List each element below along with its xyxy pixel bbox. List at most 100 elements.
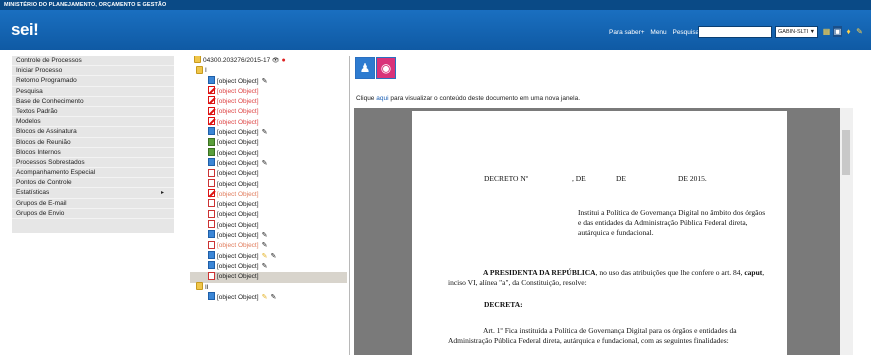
preamble-text: A PRESIDENTA DA REPÚBLICA, no uso das at…: [448, 268, 768, 288]
pdf-icon: [208, 220, 215, 229]
menu-item[interactable]: Textos Padrão: [12, 107, 174, 118]
document-page: DECRETO Nº , DE DE DE 2015. Institui a P…: [412, 111, 787, 355]
cancelled-doc-icon: [208, 117, 215, 126]
cancelled-doc-icon: [208, 106, 215, 115]
menu-item-label: Iniciar Processo: [16, 67, 63, 75]
signed-pen-icon: ✎: [261, 262, 268, 270]
tree-node-label[interactable]: [object Object]: [217, 263, 259, 270]
tree-node-label[interactable]: [object Object]: [217, 170, 259, 177]
menu-item[interactable]: Modelos: [12, 117, 174, 128]
tree-node-label[interactable]: [object Object]: [217, 98, 259, 105]
tree-node-label[interactable]: [object Object]: [217, 139, 259, 146]
process-tree: 04300.203276/2015-17 👁 ● I [object Object]…: [190, 56, 347, 355]
menu-item[interactable]: Grupos de Envio: [12, 209, 174, 219]
decreto-de2: DE: [616, 174, 626, 183]
tree-node-label[interactable]: [object Object]: [217, 253, 259, 260]
tree-node[interactable]: [object Object] ✎ ✎: [190, 292, 347, 303]
menu-item-label: Blocos de Reunião: [16, 138, 71, 146]
signed-pen-icon: ✎: [261, 159, 268, 167]
tree-node-label[interactable]: [object Object]: [217, 108, 259, 115]
menu-item[interactable]: Base de Conhecimento: [12, 97, 174, 107]
clique-prefix: Clique: [356, 95, 377, 102]
pdf-icon: [208, 271, 215, 280]
menu-item[interactable]: Retorno Programado: [12, 76, 174, 87]
tree-node-label[interactable]: [object Object]: [217, 222, 259, 229]
menu-item[interactable]: Processos Sobrestados: [12, 158, 174, 169]
menu-item-label: Pontos de Controle: [16, 179, 72, 187]
pesquisa-link[interactable]: Pesquisa: [672, 29, 699, 36]
menu-item[interactable]: Pesquisa: [12, 87, 174, 97]
ministry-bar: MINISTÉRIO DO PLANEJAMENTO, ORÇAMENTO E …: [0, 0, 871, 10]
tree-node-label[interactable]: [object Object]: [217, 232, 259, 239]
process-node[interactable]: 04300.203276/2015-17 👁 ●: [190, 56, 347, 66]
menu-item-label: Controle de Processos: [16, 57, 82, 64]
tree-node-label[interactable]: [object Object]: [217, 273, 259, 280]
menu-link[interactable]: Menu: [650, 29, 666, 36]
tree-node-label[interactable]: [object Object]: [217, 129, 259, 136]
panel-divider[interactable]: [349, 56, 350, 355]
tree-node-label[interactable]: [object Object]: [217, 160, 259, 167]
folder-icon: [196, 65, 203, 74]
menu-item[interactable]: Blocos de Reunião: [12, 138, 174, 148]
unit-select[interactable]: GABIN-SLTI ▼: [775, 26, 818, 38]
menu-item[interactable]: Controle de Processos: [12, 56, 174, 67]
aqui-link[interactable]: aqui: [376, 95, 388, 102]
sei-logo[interactable]: sei!: [11, 20, 39, 40]
signature-pen-icon: ✎: [261, 293, 268, 301]
eye-icon[interactable]: 👁: [270, 58, 280, 64]
menu-item[interactable]: Acompanhamento Especial: [12, 168, 174, 179]
signed-pen-icon: ✎: [261, 129, 268, 137]
signed-pen-icon: ✎: [261, 242, 268, 250]
menu-item-label: Estatísticas: [16, 189, 50, 197]
tree-node-label[interactable]: [object Object]: [217, 191, 259, 198]
menu-item-label: Acompanhamento Especial: [16, 169, 96, 177]
pdf-icon: [208, 209, 215, 218]
pdf-icon: [208, 199, 215, 208]
search-input[interactable]: [698, 26, 772, 38]
viewer-scroll-thumb[interactable]: [842, 130, 850, 175]
header-links: Para saber+ Menu Pesquisa: [609, 29, 703, 36]
menu-item[interactable]: Grupos de E-mail: [12, 199, 174, 209]
tree-node-label[interactable]: [object Object]: [217, 242, 259, 249]
tree-node-label[interactable]: [object Object]: [217, 119, 259, 126]
menu-item-label: Base de Conhecimento: [16, 97, 84, 105]
preamble-middle: , no uso das atribuições que lhe confere…: [595, 268, 745, 277]
user-icon[interactable]: ♦: [844, 26, 853, 37]
edit-icon[interactable]: ✎: [855, 26, 864, 37]
tree-node-label[interactable]: [object Object]: [217, 78, 259, 85]
presidenta-label: A PRESIDENTA DA REPÚBLICA: [483, 268, 596, 277]
signature-pen-icon: ✎: [261, 252, 268, 260]
menu-item-label: Retorno Programado: [16, 77, 77, 85]
grid-icon[interactable]: ▦: [822, 26, 831, 37]
tree-node-label[interactable]: I: [205, 67, 207, 74]
tree-node-label[interactable]: [object Object]: [217, 201, 259, 208]
tree-node-label[interactable]: [object Object]: [217, 181, 259, 188]
document-icon: [208, 75, 215, 84]
document-icon: [208, 261, 215, 270]
cancelled-doc-icon: [208, 86, 215, 95]
menu-item[interactable]: Pontos de Controle: [12, 178, 174, 189]
alert-icon[interactable]: ●: [280, 57, 285, 64]
tree-node-label[interactable]: [object Object]: [217, 294, 259, 301]
tree-node[interactable]: [object Object]: [190, 271, 347, 283]
notes-icon[interactable]: ▣: [833, 26, 842, 37]
pdf-icon: [208, 240, 215, 249]
signed-pen-icon: ✎: [261, 77, 268, 85]
cancelled-doc-icon: [208, 189, 215, 198]
para-saber-link[interactable]: Para saber+: [609, 29, 645, 36]
document-icon: [208, 127, 215, 136]
tree-node-label[interactable]: 04300.203276/2015-17: [203, 57, 270, 64]
pdf-icon: [208, 178, 215, 187]
tree-node-label[interactable]: [object Object]: [217, 88, 259, 95]
tree-node-label[interactable]: II: [205, 284, 209, 291]
menu-item[interactable]: Iniciar Processo: [12, 66, 174, 77]
signed-pen-icon: ✎: [270, 293, 277, 301]
eye-icon[interactable]: ◉: [376, 57, 396, 79]
people-icon[interactable]: ♟: [355, 57, 375, 79]
tree-node-label[interactable]: [object Object]: [217, 150, 259, 157]
document-icon: [208, 250, 215, 259]
menu-item[interactable]: Blocos Internos: [12, 148, 174, 158]
menu-item[interactable]: Estatísticas ▸: [12, 188, 174, 199]
tree-node-label[interactable]: [object Object]: [217, 211, 259, 218]
menu-item[interactable]: Blocos de Assinatura: [12, 127, 174, 138]
